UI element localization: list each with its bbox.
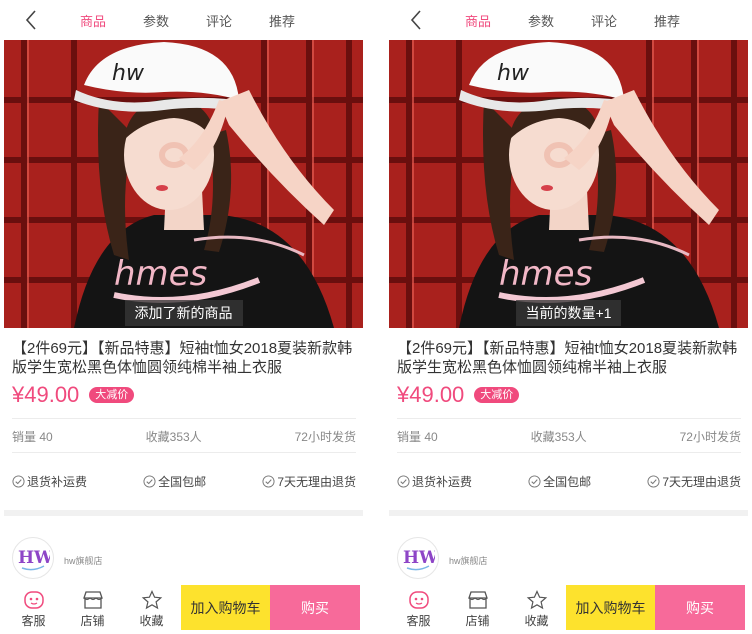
guarantee-label: 7天无理由退货 <box>277 475 356 489</box>
tab-bar: 商品 参数 评论 推荐 <box>80 0 332 40</box>
guarantee-item: 全国包邮 <box>528 473 591 490</box>
guarantee-label: 全国包邮 <box>158 475 207 489</box>
product-title: 【2件69元】【新品特惠】短袖t恤女2018夏装新款韩版学生宽松黑色体恤圆领纯棉… <box>12 340 353 376</box>
back-arrow-icon[interactable] <box>20 8 44 32</box>
tab-recommend[interactable]: 推荐 <box>654 11 680 30</box>
guarantee-item: 退货补运费 <box>12 473 87 490</box>
price-row: ¥49.00 大减价 <box>397 382 520 408</box>
sale-badge: 大减价 <box>474 387 520 403</box>
product-panel-left: 商品 参数 评论 推荐 hw hmes 添加了新的商品 【2件69元】【新品特惠… <box>4 0 363 634</box>
buy-button[interactable]: 购买 <box>270 585 360 630</box>
guarantee-item: 7天无理由退货 <box>262 473 356 490</box>
store-logo-text: HW <box>403 548 435 568</box>
guarantee-row: 退货补运费 全国包邮 7天无理由退货 <box>12 473 356 490</box>
check-circle-icon <box>528 475 541 488</box>
guarantee-label: 7天无理由退货 <box>662 475 741 489</box>
divider <box>397 418 741 419</box>
guarantee-label: 退货补运费 <box>27 475 88 489</box>
star-icon <box>141 590 162 610</box>
favorite-label: 收藏 <box>524 614 549 628</box>
svg-text:hw: hw <box>112 61 145 86</box>
guarantee-row: 退货补运费 全国包邮 7天无理由退货 <box>397 473 741 490</box>
shipping-time: 72小时发货 <box>294 430 356 444</box>
bottom-action-bar: 客服 店铺 收藏 加入购物车 购买 <box>4 585 363 634</box>
top-nav: 商品 参数 评论 推荐 <box>389 0 748 40</box>
service-button[interactable]: 客服 <box>4 585 63 634</box>
product-panel-right: 商品 参数 评论 推荐 hw hmes 当前的数量+1 【2件69元】【新品特惠… <box>389 0 748 634</box>
guarantee-item: 7天无理由退货 <box>647 473 741 490</box>
top-nav: 商品 参数 评论 推荐 <box>4 0 363 40</box>
check-circle-icon <box>262 475 275 488</box>
guarantee-label: 全国包邮 <box>543 475 592 489</box>
service-label: 客服 <box>406 614 431 628</box>
store-icon <box>467 591 488 609</box>
buy-button[interactable]: 购买 <box>655 585 745 630</box>
check-circle-icon <box>647 475 660 488</box>
tab-reviews[interactable]: 评论 <box>206 11 232 30</box>
section-gap <box>4 510 363 516</box>
toast-message: 添加了新的商品 <box>124 300 243 326</box>
shop-label: 店铺 <box>465 614 490 628</box>
tab-params[interactable]: 参数 <box>528 11 554 30</box>
check-circle-icon <box>397 475 410 488</box>
store-icon <box>82 591 103 609</box>
shirt-print-text: hmes <box>114 254 207 294</box>
store-name[interactable]: hw旗舰店 <box>64 554 103 567</box>
service-label: 客服 <box>21 614 46 628</box>
tab-bar: 商品 参数 评论 推荐 <box>465 0 717 40</box>
favorite-count: 收藏353人 <box>145 430 202 444</box>
sales-count: 销量 40 <box>12 430 53 444</box>
guarantee-item: 全国包邮 <box>143 473 206 490</box>
shipping-time: 72小时发货 <box>679 430 741 444</box>
guarantee-item: 退货补运费 <box>397 473 472 490</box>
tab-reviews[interactable]: 评论 <box>591 11 617 30</box>
sales-count: 销量 40 <box>397 430 438 444</box>
tab-goods[interactable]: 商品 <box>465 11 491 30</box>
store-logo-text: HW <box>18 548 50 568</box>
favorite-button[interactable]: 收藏 <box>507 585 566 634</box>
check-circle-icon <box>12 475 25 488</box>
store-logo[interactable]: HW <box>397 537 439 579</box>
tab-recommend[interactable]: 推荐 <box>269 11 295 30</box>
add-to-cart-button[interactable]: 加入购物车 <box>566 585 655 630</box>
product-price: ¥49.00 <box>397 382 465 407</box>
star-icon <box>526 590 547 610</box>
service-button[interactable]: 客服 <box>389 585 448 634</box>
stats-row: 销量 40 收藏353人 72小时发货 <box>12 428 356 445</box>
service-icon <box>23 591 44 609</box>
product-photo[interactable]: hw hmes <box>4 40 363 328</box>
shop-button[interactable]: 店铺 <box>63 585 122 634</box>
comparison-stage: 商品 参数 评论 推荐 hw hmes 添加了新的商品 【2件69元】【新品特惠… <box>0 0 752 634</box>
tab-goods[interactable]: 商品 <box>80 11 106 30</box>
favorite-count: 收藏353人 <box>530 430 587 444</box>
toast-message: 当前的数量+1 <box>515 300 622 326</box>
sale-badge: 大减价 <box>89 387 135 403</box>
product-photo[interactable]: hw hmes <box>389 40 748 328</box>
check-circle-icon <box>143 475 156 488</box>
store-name[interactable]: hw旗舰店 <box>449 554 488 567</box>
shop-button[interactable]: 店铺 <box>448 585 507 634</box>
back-arrow-icon[interactable] <box>405 8 429 32</box>
tab-params[interactable]: 参数 <box>143 11 169 30</box>
product-price: ¥49.00 <box>12 382 80 407</box>
svg-text:hw: hw <box>497 61 530 86</box>
store-logo[interactable]: HW <box>12 537 54 579</box>
add-to-cart-button[interactable]: 加入购物车 <box>181 585 270 630</box>
divider <box>397 452 741 453</box>
guarantee-label: 退货补运费 <box>412 475 473 489</box>
bottom-action-bar: 客服 店铺 收藏 加入购物车 购买 <box>389 585 748 634</box>
divider <box>12 452 356 453</box>
divider <box>12 418 356 419</box>
section-gap <box>389 510 748 516</box>
shirt-print-text: hmes <box>499 254 592 294</box>
service-icon <box>408 591 429 609</box>
stats-row: 销量 40 收藏353人 72小时发货 <box>397 428 741 445</box>
product-title: 【2件69元】【新品特惠】短袖t恤女2018夏装新款韩版学生宽松黑色体恤圆领纯棉… <box>397 340 738 376</box>
price-row: ¥49.00 大减价 <box>12 382 135 408</box>
shop-label: 店铺 <box>80 614 105 628</box>
favorite-button[interactable]: 收藏 <box>122 585 181 634</box>
favorite-label: 收藏 <box>139 614 164 628</box>
